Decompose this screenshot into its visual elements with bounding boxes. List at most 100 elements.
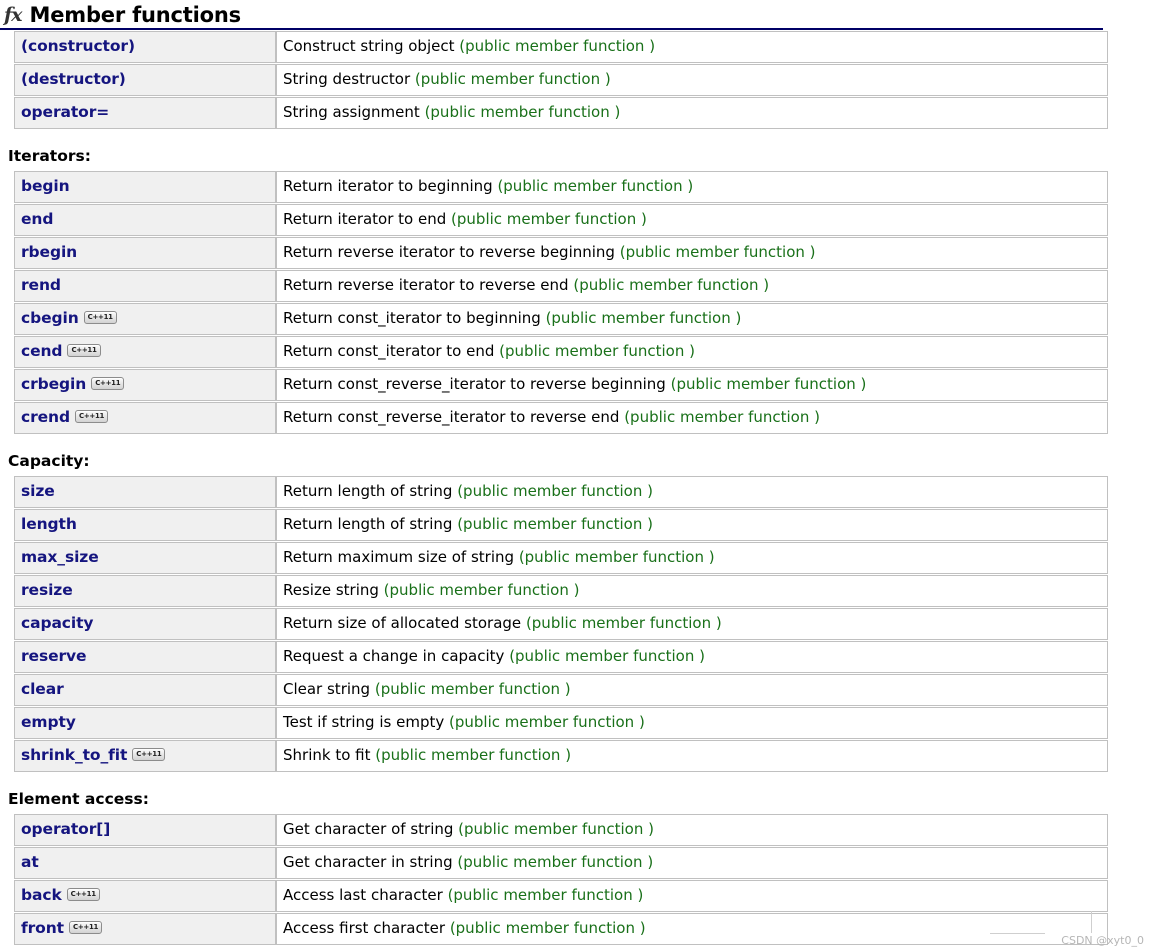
function-link[interactable]: rbegin (21, 243, 77, 261)
function-name-cell[interactable]: clear (14, 674, 276, 706)
function-link[interactable]: crend (21, 408, 70, 426)
function-link[interactable]: shrink_to_fit (21, 746, 127, 764)
description-note: (public member function ) (459, 36, 656, 55)
description-note: (public member function ) (670, 374, 867, 393)
function-name-cell[interactable]: back C++11 (14, 880, 276, 912)
function-name-cell[interactable]: length (14, 509, 276, 541)
function-name-cell[interactable]: end (14, 204, 276, 236)
function-link[interactable]: reserve (21, 647, 87, 665)
function-description-cell: Return reverse iterator to reverse begin… (276, 237, 1108, 269)
function-description-cell: String destructor (public member functio… (276, 64, 1108, 96)
description-text: Return const_iterator to end (283, 341, 495, 360)
function-name-cell[interactable]: shrink_to_fit C++11 (14, 740, 276, 772)
description-note: (public member function ) (457, 852, 654, 871)
description-text: Get character of string (283, 819, 454, 838)
function-name-cell[interactable]: begin (14, 171, 276, 203)
function-name-cell[interactable]: (destructor) (14, 64, 276, 96)
table-row: crbegin C++11 Return const_reverse_iterato… (14, 369, 1108, 401)
table-row: empty Test if string is empty (public mem… (14, 707, 1108, 739)
function-link[interactable]: rend (21, 276, 61, 294)
member-function-table: size Return length of string (public memb… (14, 475, 1108, 773)
cpp11-badge-icon: C++11 (67, 343, 101, 357)
function-link[interactable]: empty (21, 713, 76, 731)
description-text: Return const_iterator to beginning (283, 308, 541, 327)
function-name-cell[interactable]: rbegin (14, 237, 276, 269)
function-link[interactable]: capacity (21, 614, 94, 632)
function-link[interactable]: end (21, 210, 53, 228)
function-description-cell: Clear string (public member function ) (276, 674, 1108, 706)
function-name-cell[interactable]: cend C++11 (14, 336, 276, 368)
description-note: (public member function ) (499, 341, 695, 360)
function-link[interactable]: (destructor) (21, 70, 126, 88)
function-name-cell[interactable]: max_size (14, 542, 276, 574)
table-row: (destructor) String destructor (public me… (14, 64, 1108, 96)
function-link[interactable]: resize (21, 581, 73, 599)
function-name-cell[interactable]: cbegin C++11 (14, 303, 276, 335)
function-link[interactable]: operator[] (21, 820, 110, 838)
function-name-cell[interactable]: operator= (14, 97, 276, 129)
table-row: end Return iterator to end (public member… (14, 204, 1108, 236)
function-description-cell: Get character of string (public member f… (276, 814, 1108, 846)
function-name-cell[interactable]: resize (14, 575, 276, 607)
description-text: Shrink to fit (283, 745, 371, 764)
function-name-cell[interactable]: (constructor) (14, 31, 276, 63)
function-link[interactable]: back (21, 886, 62, 904)
description-note: (public member function ) (375, 745, 572, 764)
table-row: operator[] Get character of string (publi… (14, 814, 1108, 846)
function-link[interactable]: (constructor) (21, 37, 135, 55)
function-description-cell: Return const_reverse_iterator to reverse… (276, 369, 1108, 401)
function-link[interactable]: length (21, 515, 77, 533)
description-text: Return const_reverse_iterator to reverse… (283, 374, 666, 393)
function-name-cell[interactable]: capacity (14, 608, 276, 640)
function-name-cell[interactable]: front C++11 (14, 913, 276, 945)
description-note: (public member function ) (457, 514, 653, 533)
cpp11-badge-icon: C++11 (68, 920, 103, 934)
function-link[interactable]: begin (21, 177, 70, 195)
description-note: (public member function ) (447, 885, 644, 904)
watermark-line-horizontal (990, 933, 1045, 934)
function-link[interactable]: clear (21, 680, 64, 698)
table-row: resize Resize string (public member funct… (14, 575, 1108, 607)
function-name-cell[interactable]: size (14, 476, 276, 508)
section-title: Iterators: (8, 147, 91, 165)
section-title: Capacity: (8, 452, 90, 470)
function-name-cell[interactable]: at (14, 847, 276, 879)
function-name-cell[interactable]: crend C++11 (14, 402, 276, 434)
description-note: (public member function ) (619, 242, 816, 261)
table-row: cbegin C++11 Return const_iterator to begi… (14, 303, 1108, 335)
function-link[interactable]: cend (21, 342, 63, 360)
cpp11-badge-icon: C++11 (74, 409, 109, 423)
function-link[interactable]: cbegin (21, 309, 79, 327)
watermark-line-vertical (1091, 911, 1092, 933)
page-root: fx Member functions (constructor) Constru… (0, 0, 1150, 947)
description-note: (public member function ) (573, 275, 770, 294)
table-row: back C++11 Access last character (public m… (14, 880, 1108, 912)
function-link[interactable]: front (21, 919, 64, 937)
table-row: max_size Return maximum size of string (p… (14, 542, 1108, 574)
function-name-cell[interactable]: operator[] (14, 814, 276, 846)
description-note: (public member function ) (374, 679, 571, 698)
section-title: Element access: (8, 790, 149, 808)
function-name-cell[interactable]: empty (14, 707, 276, 739)
description-note: (public member function ) (383, 580, 580, 599)
function-link[interactable]: crbegin (21, 375, 86, 393)
description-text: Return reverse iterator to reverse begin… (283, 242, 615, 261)
sections-container: (constructor) Construct string object (pu… (0, 30, 1150, 946)
function-description-cell: Return maximum size of string (public me… (276, 542, 1108, 574)
function-name-cell[interactable]: crbegin C++11 (14, 369, 276, 401)
function-name-cell[interactable]: rend (14, 270, 276, 302)
description-note: (public member function ) (518, 547, 715, 566)
function-description-cell: Return iterator to beginning (public mem… (276, 171, 1108, 203)
function-link[interactable]: size (21, 482, 55, 500)
description-note: (public member function ) (414, 69, 611, 88)
function-link[interactable]: max_size (21, 548, 99, 566)
table-row: begin Return iterator to beginning (publi… (14, 171, 1108, 203)
function-name-cell[interactable]: reserve (14, 641, 276, 673)
description-note: (public member function ) (545, 308, 742, 327)
function-link[interactable]: at (21, 853, 39, 871)
description-text: Return iterator to beginning (283, 176, 493, 195)
description-text: Return reverse iterator to reverse end (283, 275, 569, 294)
table-row: size Return length of string (public memb… (14, 476, 1108, 508)
table-row: reserve Request a change in capacity (pub… (14, 641, 1108, 673)
function-link[interactable]: operator= (21, 103, 109, 121)
